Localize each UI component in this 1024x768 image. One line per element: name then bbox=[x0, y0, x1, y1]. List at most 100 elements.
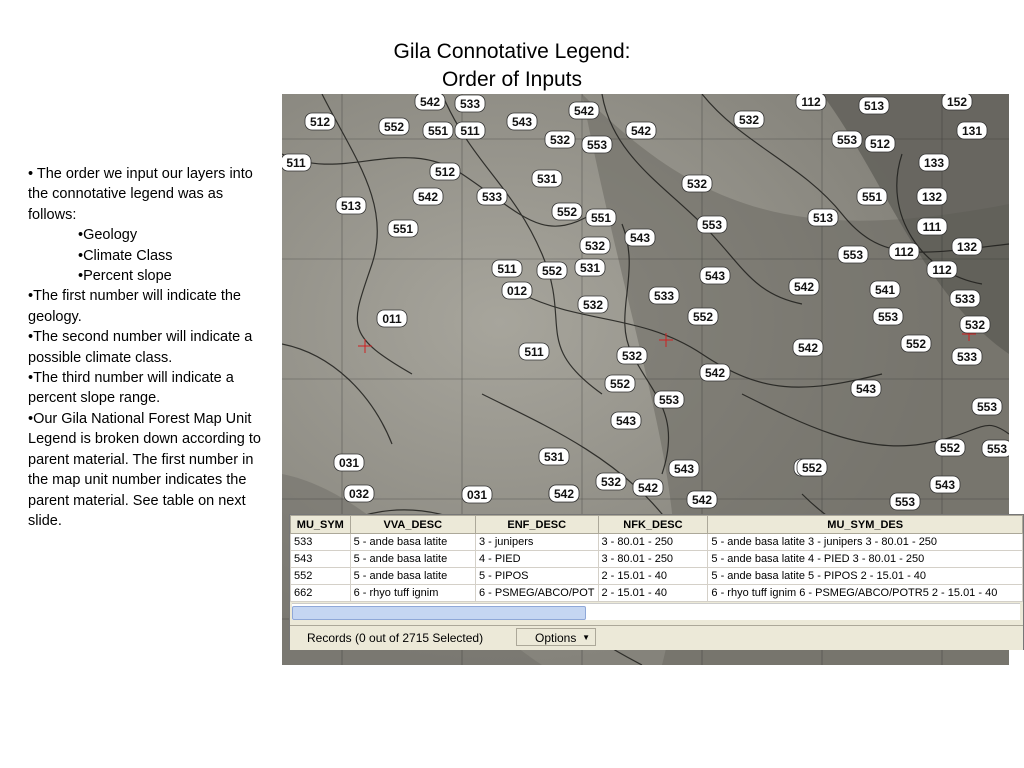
svg-text:551: 551 bbox=[591, 211, 611, 225]
svg-text:132: 132 bbox=[922, 190, 942, 204]
svg-text:542: 542 bbox=[798, 341, 818, 355]
table-cell[interactable]: 5 - PIPOS bbox=[474, 567, 599, 585]
svg-text:531: 531 bbox=[537, 172, 557, 186]
svg-text:552: 552 bbox=[542, 264, 562, 278]
map-unit-label: 112 bbox=[926, 260, 958, 279]
map-unit-label: 532 bbox=[959, 315, 991, 334]
table-cell[interactable]: 5 - ande basa latite bbox=[349, 550, 476, 568]
map-unit-label: 512 bbox=[304, 112, 336, 131]
map-unit-label: 532 bbox=[544, 130, 576, 149]
table-cell[interactable]: 3 - 80.01 - 250 bbox=[597, 550, 709, 568]
map-unit-label: 541 bbox=[869, 280, 901, 299]
table-header-row: MU_SYM VVA_DESC ENF_DESC NFK_DESC MU_SYM… bbox=[290, 515, 1023, 534]
table-row[interactable]: 543 5 - ande basa latite 4 - PIED 3 - 80… bbox=[290, 550, 1023, 568]
table-cell[interactable]: 662 bbox=[290, 584, 351, 602]
table-cell[interactable]: 543 bbox=[290, 550, 351, 568]
column-header-mu-sym-des[interactable]: MU_SYM_DES bbox=[707, 515, 1023, 534]
svg-text:552: 552 bbox=[610, 377, 630, 391]
svg-text:553: 553 bbox=[987, 442, 1007, 456]
map-unit-label: 542 bbox=[548, 484, 580, 503]
table-cell[interactable]: 2 - 15.01 - 40 bbox=[597, 567, 709, 585]
table-cell[interactable]: 5 - ande basa latite 5 - PIPOS 2 - 15.01… bbox=[707, 567, 1023, 585]
table-cell[interactable]: 533 bbox=[290, 533, 351, 551]
map-unit-label: 533 bbox=[648, 286, 680, 305]
table-cell[interactable]: 5 - ande basa latite 3 - junipers 3 - 80… bbox=[707, 533, 1023, 551]
column-header-vva-desc[interactable]: VVA_DESC bbox=[349, 515, 476, 534]
scrollbar-thumb[interactable] bbox=[292, 606, 586, 620]
column-header-nfk-desc[interactable]: NFK_DESC bbox=[597, 515, 709, 534]
svg-text:553: 553 bbox=[878, 310, 898, 324]
table-cell[interactable]: 5 - ande basa latite bbox=[349, 567, 476, 585]
map-unit-label: 533 bbox=[951, 347, 983, 366]
map-unit-label: 031 bbox=[333, 453, 365, 472]
svg-text:542: 542 bbox=[418, 190, 438, 204]
map-unit-label: 543 bbox=[506, 112, 538, 131]
map-unit-label: 532 bbox=[579, 236, 611, 255]
svg-text:542: 542 bbox=[638, 481, 658, 495]
svg-text:543: 543 bbox=[674, 462, 694, 476]
map-unit-label: 543 bbox=[624, 228, 656, 247]
bullet-item: • The order we input our layers into the… bbox=[28, 166, 253, 223]
map-unit-label: 112 bbox=[795, 94, 827, 111]
map-unit-label: 542 bbox=[686, 490, 718, 509]
svg-text:513: 513 bbox=[341, 199, 361, 213]
svg-text:532: 532 bbox=[601, 475, 621, 489]
table-cell[interactable]: 4 - PIED bbox=[474, 550, 599, 568]
options-button[interactable]: Options ▼ bbox=[516, 628, 596, 646]
map-unit-label: 532 bbox=[595, 472, 627, 491]
svg-text:541: 541 bbox=[875, 283, 895, 297]
svg-text:553: 553 bbox=[977, 400, 997, 414]
column-header-enf-desc[interactable]: ENF_DESC bbox=[474, 515, 599, 534]
horizontal-scrollbar[interactable] bbox=[292, 603, 1020, 620]
map-unit-label: 553 bbox=[831, 130, 863, 149]
table-row[interactable]: 662 6 - rhyo tuff ignim 6 - PSMEG/ABCO/P… bbox=[290, 584, 1023, 602]
map-unit-label: 513 bbox=[858, 96, 890, 115]
map-unit-label: 553 bbox=[872, 307, 904, 326]
svg-text:542: 542 bbox=[705, 366, 725, 380]
svg-text:552: 552 bbox=[557, 205, 577, 219]
table-cell[interactable]: 3 - junipers bbox=[474, 533, 599, 551]
table-cell[interactable]: 6 - rhyo tuff ignim bbox=[349, 584, 476, 602]
table-row[interactable]: 533 5 - ande basa latite 3 - junipers 3 … bbox=[290, 533, 1023, 551]
map-unit-label: 542 bbox=[788, 277, 820, 296]
bullet-subitem-slope: •Percent slope bbox=[78, 268, 172, 285]
map-unit-label: 532 bbox=[733, 110, 765, 129]
bullet-item: •The second number will indicate a possi… bbox=[28, 329, 253, 366]
map-unit-label: 512 bbox=[864, 134, 896, 153]
table-cell[interactable]: 6 - rhyo tuff ignim 6 - PSMEG/ABCO/POTR5… bbox=[707, 584, 1023, 602]
slide-title-line1: Gila Connotative Legend: bbox=[393, 40, 631, 63]
map-unit-label: 511 bbox=[491, 259, 523, 278]
table-cell[interactable]: 5 - ande basa latite 4 - PIED 3 - 80.01 … bbox=[707, 550, 1023, 568]
svg-text:543: 543 bbox=[935, 478, 955, 492]
svg-text:031: 031 bbox=[467, 488, 487, 502]
table-cell[interactable]: 552 bbox=[290, 567, 351, 585]
svg-text:112: 112 bbox=[932, 263, 952, 277]
dropdown-arrow-icon: ▼ bbox=[582, 633, 590, 642]
table-cell[interactable]: 2 - 15.01 - 40 bbox=[597, 584, 709, 602]
map-unit-label: 552 bbox=[604, 374, 636, 393]
table-cell[interactable]: 3 - 80.01 - 250 bbox=[597, 533, 709, 551]
map-unit-label: 511 bbox=[454, 121, 486, 140]
map-unit-label: 542 bbox=[568, 101, 600, 120]
svg-text:543: 543 bbox=[616, 414, 636, 428]
svg-text:542: 542 bbox=[794, 280, 814, 294]
table-row[interactable]: 552 5 - ande basa latite 5 - PIPOS 2 - 1… bbox=[290, 567, 1023, 585]
map-unit-label: 551 bbox=[585, 208, 617, 227]
map-unit-label: 542 bbox=[414, 94, 446, 111]
map-unit-label: 011 bbox=[376, 309, 408, 328]
table-cell[interactable]: 5 - ande basa latite bbox=[349, 533, 476, 551]
svg-text:513: 513 bbox=[813, 211, 833, 225]
svg-text:542: 542 bbox=[692, 493, 712, 507]
svg-text:512: 512 bbox=[435, 165, 455, 179]
map-unit-label: 552 bbox=[378, 117, 410, 136]
map-unit-label: 533 bbox=[949, 289, 981, 308]
svg-text:542: 542 bbox=[631, 124, 651, 138]
column-header-mu-sym[interactable]: MU_SYM bbox=[290, 515, 351, 534]
map-unit-label: 152 bbox=[941, 94, 973, 111]
svg-text:552: 552 bbox=[384, 120, 404, 134]
map-unit-label: 552 bbox=[934, 438, 966, 457]
table-cell[interactable]: 6 - PSMEG/ABCO/POT bbox=[474, 584, 599, 602]
svg-text:531: 531 bbox=[580, 261, 600, 275]
slide-title-line2: Order of Inputs bbox=[441, 68, 583, 91]
map-unit-label: 551 bbox=[422, 121, 454, 140]
